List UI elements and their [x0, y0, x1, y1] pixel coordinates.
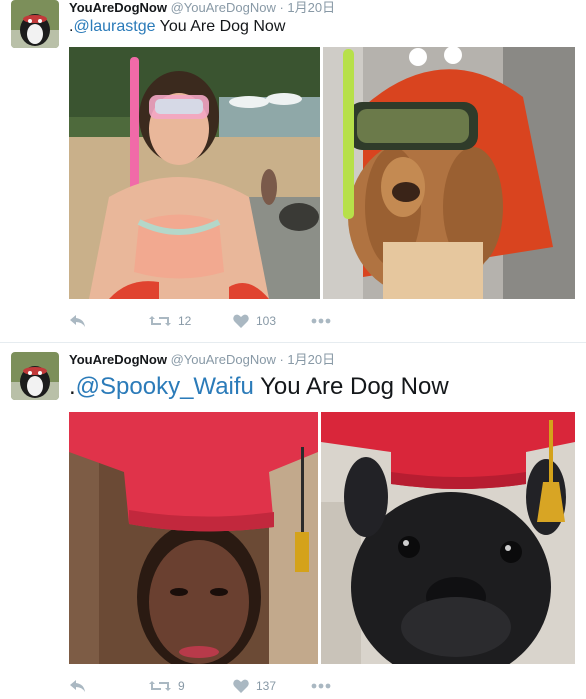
tweet: YouAreDogNow @YouAreDogNow · 1月20日 .@Spo…	[0, 352, 586, 699]
photo-woman-graduation-cap[interactable]	[69, 412, 318, 664]
avatar[interactable]	[11, 0, 59, 48]
like-count: 103	[256, 314, 277, 328]
display-name[interactable]: YouAreDogNow	[69, 352, 167, 367]
timestamp[interactable]: 1月20日	[287, 352, 335, 367]
more-icon	[311, 683, 331, 689]
heart-icon	[233, 679, 249, 693]
more-button[interactable]	[311, 311, 331, 331]
reply-button[interactable]	[69, 676, 87, 696]
tweet-header: YouAreDogNow @YouAreDogNow · 1月20日	[69, 0, 335, 16]
tweet-divider	[0, 342, 586, 343]
tweet-text: .@laurastge You Are Dog Now	[69, 17, 285, 37]
more-icon	[311, 318, 331, 324]
mention-link[interactable]: @laurastge	[73, 18, 155, 35]
user-handle[interactable]: @YouAreDogNow	[171, 0, 276, 15]
tweet: YouAreDogNow @YouAreDogNow · 1月20日 .@lau…	[0, 0, 586, 342]
retweet-button[interactable]: 9	[149, 676, 185, 696]
like-button[interactable]: 137	[233, 676, 276, 696]
reply-icon	[69, 314, 87, 328]
retweet-icon	[149, 314, 171, 328]
more-button[interactable]	[311, 676, 331, 696]
separator: ·	[279, 0, 284, 15]
reply-icon	[69, 679, 87, 693]
tweet-text: .@Spooky_Waifu You Are Dog Now	[69, 372, 449, 402]
like-button[interactable]: 103	[233, 311, 276, 331]
like-count: 137	[256, 679, 277, 693]
text-prefix: .	[69, 373, 76, 400]
user-handle[interactable]: @YouAreDogNow	[171, 352, 276, 367]
tweet-media[interactable]	[69, 412, 575, 664]
photo-bulldog-graduation-cap[interactable]	[321, 412, 575, 664]
tweet-media[interactable]	[69, 47, 575, 299]
tweet-header: YouAreDogNow @YouAreDogNow · 1月20日	[69, 352, 335, 368]
heart-icon	[233, 314, 249, 328]
photo-woman-snorkel[interactable]	[69, 47, 320, 299]
reply-button[interactable]	[69, 311, 87, 331]
retweet-count: 12	[178, 314, 192, 328]
display-name[interactable]: YouAreDogNow	[69, 0, 167, 15]
separator: ·	[279, 352, 284, 367]
retweet-count: 9	[178, 679, 185, 693]
retweet-icon	[149, 679, 171, 693]
avatar[interactable]	[11, 352, 59, 400]
photo-dog-snorkel[interactable]	[323, 47, 575, 299]
text-body: You Are Dog Now	[155, 18, 286, 35]
retweet-button[interactable]: 12	[149, 311, 191, 331]
text-body: You Are Dog Now	[253, 373, 449, 400]
timestamp[interactable]: 1月20日	[287, 0, 335, 15]
mention-link[interactable]: @Spooky_Waifu	[76, 373, 254, 400]
